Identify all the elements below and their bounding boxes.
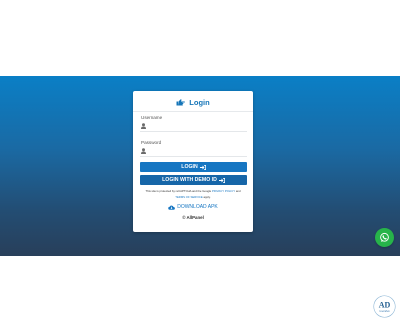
password-field[interactable]: Password [140,139,247,157]
brand-logo: AD Guardian [373,295,396,318]
username-label: Username [141,115,163,120]
download-apk-label: DOWNLOAD APK [177,204,218,210]
username-field[interactable]: Username [140,114,247,132]
password-label: Password [141,140,162,145]
login-button[interactable]: LOGIN [140,162,247,172]
svg-text:AD: AD [379,301,391,310]
login-title-text: Login [189,97,210,107]
login-button-label: LOGIN [181,164,198,170]
captcha-text-3: apply. [203,195,211,199]
sign-in-icon [199,164,206,170]
title-divider [133,111,253,112]
login-page: Login Username Password LOGIN LOGIN WITH… [0,0,400,333]
username-input[interactable] [146,122,244,130]
copyright-text: © AllPanel [182,215,204,220]
password-input[interactable] [146,147,244,155]
whatsapp-chat-button[interactable] [375,228,394,247]
demo-button-label: LOGIN WITH DEMO ID [162,177,217,183]
login-card: Login Username Password LOGIN LOGIN WITH… [133,91,253,232]
hand-point-right-icon [176,98,186,105]
captcha-text-2: and [235,189,241,193]
svg-text:Guardian: Guardian [379,310,390,313]
recaptcha-notice: This site is protected by reCAPTCHA and … [137,188,249,200]
cloud-download-icon [168,205,176,210]
login-card-title: Login [133,96,253,108]
privacy-policy-link[interactable]: PRIVACY POLICY [212,189,235,193]
download-apk-link[interactable]: DOWNLOAD APK [133,203,253,211]
whatsapp-icon [380,232,389,242]
sign-in-icon [218,177,225,183]
captcha-text-1: This site is protected by reCAPTCHA and … [145,189,212,193]
terms-of-service-link[interactable]: TERMS OF SERVICE [175,195,202,199]
login-demo-button[interactable]: LOGIN WITH DEMO ID [140,175,247,185]
